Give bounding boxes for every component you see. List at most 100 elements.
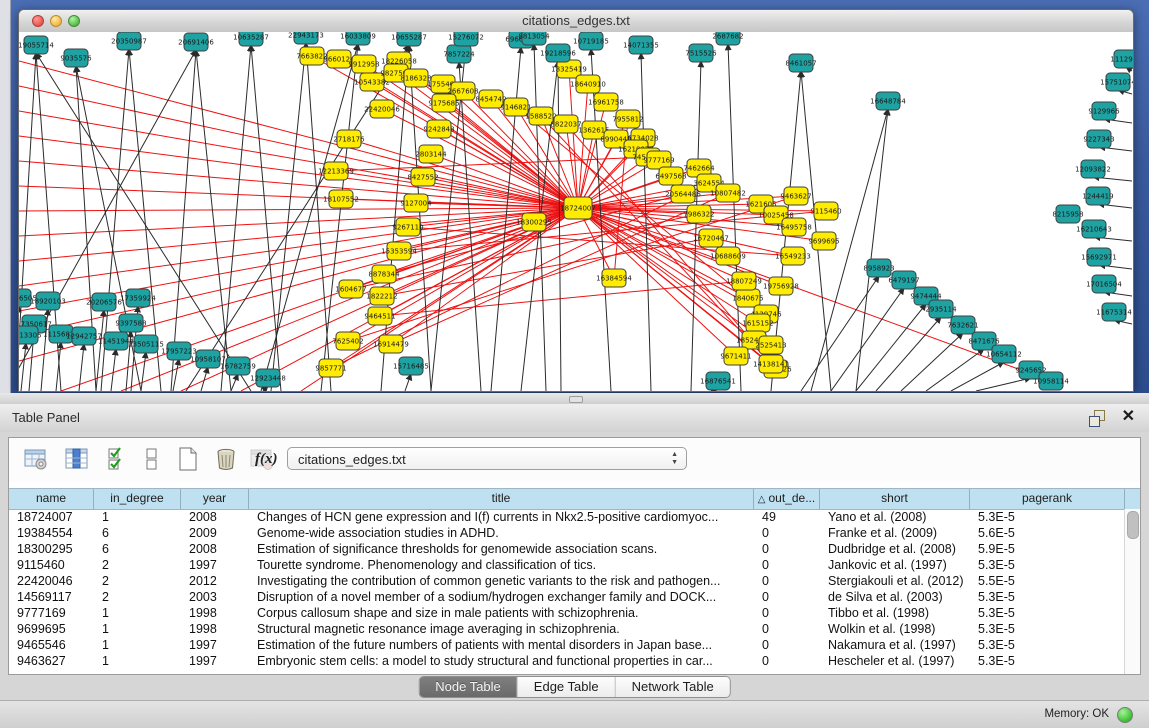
graph-node-label: 6497568: [655, 173, 686, 181]
column-header-title[interactable]: title: [249, 489, 754, 509]
column-header-short[interactable]: short: [820, 489, 970, 509]
table-cell: 6: [94, 541, 181, 557]
column-header-year[interactable]: year: [181, 489, 249, 509]
graph-node-label: 10688609: [710, 253, 746, 261]
graph-node-label: 13505115: [128, 341, 164, 349]
table-cell: Tibbo et al. (1998): [820, 605, 970, 621]
tab-network-table[interactable]: Network Table: [616, 677, 730, 697]
graph-node-label: 8461057: [785, 60, 816, 68]
table-mode-icon[interactable]: [23, 446, 49, 472]
graph-node-label: 1112934: [1110, 56, 1133, 64]
table-row[interactable]: 946362711997Embryonic stem cells: a mode…: [9, 653, 1125, 669]
table-cell: 2: [94, 573, 181, 589]
network-window[interactable]: citations_edges.txt 18724007766382296601…: [18, 9, 1134, 392]
network-view-region: citations_edges.txt 18724007766382296601…: [0, 0, 1149, 393]
function-builder-icon[interactable]: f(x): [255, 446, 287, 472]
table-cell: 49: [754, 509, 820, 525]
table-cell: 0: [754, 621, 820, 637]
graph-node-label: 10958114: [1033, 378, 1069, 386]
scrollbar-thumb[interactable]: [1127, 511, 1139, 539]
table-cell: 5.3E-5: [970, 605, 1125, 621]
graph-node-label: 7625402: [332, 338, 363, 346]
table-row[interactable]: 911546021997Tourette syndrome. Phenomeno…: [9, 557, 1125, 573]
table-cell: 0: [754, 637, 820, 653]
graph-node-label: 6479197: [888, 277, 919, 285]
table-cell: Wolkin et al. (1998): [820, 621, 970, 637]
graph-node-label: 12213369: [318, 168, 354, 176]
table-cell: Changes of HCN gene expression and I(f) …: [249, 509, 754, 525]
graph-node-label: 2687682: [712, 33, 743, 41]
table-cell: 5.3E-5: [970, 589, 1125, 605]
column-header-out_de[interactable]: △out_de...: [754, 489, 820, 509]
memory-status-icon: [1117, 707, 1133, 723]
table-cell: 18724007: [9, 509, 94, 525]
graph-node-label: 9912958: [348, 61, 379, 69]
graph-node-label: 1588520: [525, 113, 556, 121]
graph-node-label: 10719185: [573, 38, 609, 46]
table-cell: Nakamura et al. (1997): [820, 637, 970, 653]
graph-node-label: 7857224: [443, 51, 475, 59]
table-cell: 1: [94, 621, 181, 637]
graph-node-label: 15751074: [1100, 79, 1133, 87]
table-cell: 9115460: [9, 557, 94, 573]
close-panel-icon[interactable]: ✕: [1122, 408, 1135, 426]
graph-node-label: 10655287: [391, 34, 427, 42]
graph-node-label: 17359924: [120, 295, 156, 303]
tab-edge-table[interactable]: Edge Table: [518, 677, 616, 697]
table-cell: 22420046: [9, 573, 94, 589]
new-column-icon[interactable]: [175, 446, 201, 472]
table-source-value: citations_edges.txt: [298, 452, 406, 467]
table-cell: 2: [94, 589, 181, 605]
table-cell: 5.3E-5: [970, 557, 1125, 573]
graph-node-label: 1604677: [335, 286, 366, 294]
table-cell: 5.3E-5: [970, 653, 1125, 669]
graph-node-label: 9397588: [115, 320, 146, 328]
table-cell: 14569117: [9, 589, 94, 605]
column-header-in_degree[interactable]: in_degree: [94, 489, 181, 509]
status-bar: Memory: OK: [0, 700, 1149, 728]
table-row[interactable]: 946554611997Estimation of the future num…: [9, 637, 1125, 653]
table-row[interactable]: 1456911722003Disruption of a novel membe…: [9, 589, 1125, 605]
graph-node-label: 1244419: [1082, 193, 1113, 201]
graph-node-label: 1615152: [742, 320, 773, 328]
show-columns-icon[interactable]: [64, 446, 90, 472]
table-row[interactable]: 969969511998Structural magnetic resonanc…: [9, 621, 1125, 637]
table-cell: 5.5E-5: [970, 573, 1125, 589]
table-source-select[interactable]: citations_edges.txt ▲▼: [287, 447, 687, 470]
table-vertical-scrollbar[interactable]: [1124, 509, 1140, 674]
select-all-icon[interactable]: [105, 446, 131, 472]
table-row[interactable]: 2242004622012Investigating the contribut…: [9, 573, 1125, 589]
table-row[interactable]: 1938455462009Genome-wide association stu…: [9, 525, 1125, 541]
table-panel-header: Table Panel ✕: [0, 404, 1149, 433]
delete-columns-icon[interactable]: [213, 446, 239, 472]
network-window-titlebar[interactable]: citations_edges.txt: [19, 10, 1133, 33]
graph-node-label: 16210643: [1076, 226, 1112, 234]
float-panel-icon[interactable]: [1089, 410, 1105, 426]
graph-node-label: 17016504: [1086, 281, 1122, 289]
table-cell: 0: [754, 557, 820, 573]
graph-node-label: 12093822: [1075, 166, 1111, 174]
table-cell: 9699695: [9, 621, 94, 637]
graph-node-label: 22943173: [288, 32, 324, 40]
table-row[interactable]: 977716911998Corpus callosum shape and si…: [9, 605, 1125, 621]
splitter-handle-icon[interactable]: [569, 396, 583, 403]
combo-stepper-icon: ▲▼: [671, 451, 678, 467]
graph-node-label: 20691406: [178, 39, 214, 47]
table-cell: Stergiakouli et al. (2012): [820, 573, 970, 589]
deselect-all-icon[interactable]: [139, 446, 165, 472]
table-row[interactable]: 1830029562008Estimation of significance …: [9, 541, 1125, 557]
column-header-pagerank[interactable]: pagerank: [970, 489, 1125, 509]
left-panel-edge: [0, 0, 11, 393]
graph-node-label: 16648784: [870, 98, 906, 106]
graph-node-label: 9464511: [364, 313, 395, 321]
column-header-name[interactable]: name: [9, 489, 94, 509]
graph-node-label: 18920103: [30, 298, 66, 306]
network-canvas[interactable]: 1872400776638229660124991295818226058105…: [19, 32, 1133, 391]
tab-node-table[interactable]: Node Table: [419, 677, 518, 697]
graph-node-label: 9699695: [808, 238, 839, 246]
graph-node-label: 20206576: [86, 299, 122, 307]
table-cell: 5.9E-5: [970, 541, 1125, 557]
table-row[interactable]: 1872400712008Changes of HCN gene express…: [9, 509, 1125, 525]
table-cell: 0: [754, 605, 820, 621]
table-cell: Structural magnetic resonance image aver…: [249, 621, 754, 637]
